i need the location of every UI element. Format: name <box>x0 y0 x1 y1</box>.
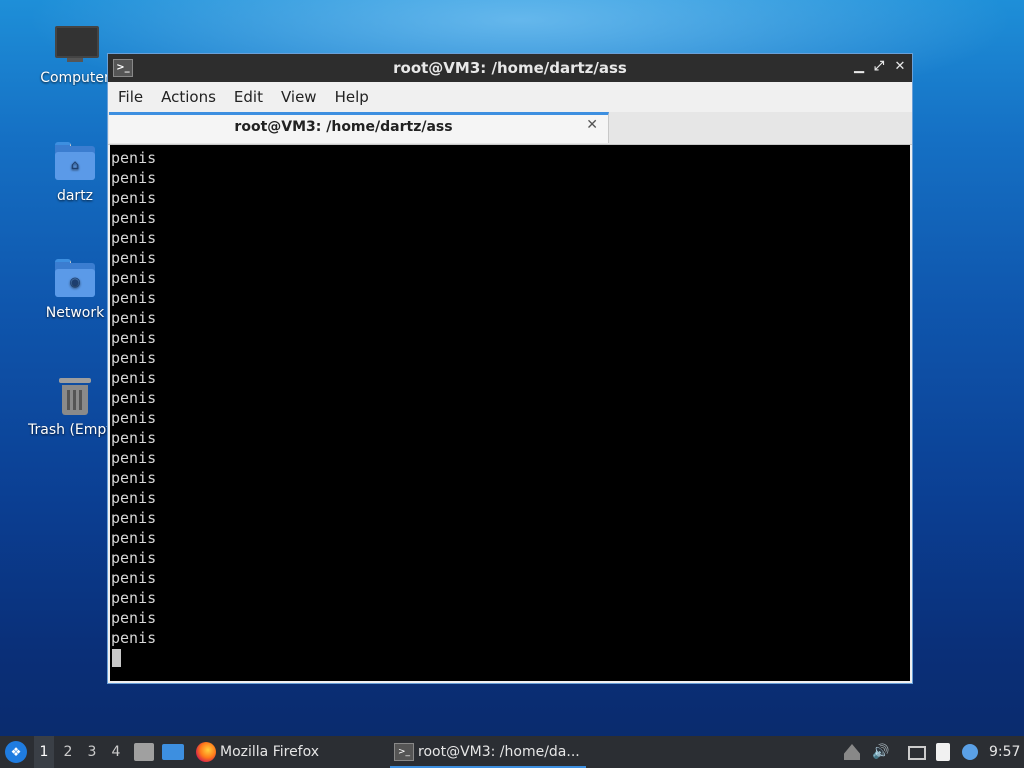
minimize-button[interactable]: ▁ <box>850 58 868 76</box>
terminal-line: penis <box>111 609 157 627</box>
tab-terminal[interactable]: root@VM3: /home/dartz/ass ✕ <box>109 112 609 143</box>
menu-file[interactable]: File <box>108 82 151 106</box>
workspace-1-button[interactable]: 1 <box>34 736 54 768</box>
terminal-line: penis <box>111 569 157 587</box>
tab-title: root@VM3: /home/dartz/ass <box>234 119 453 135</box>
terminal-line: penis <box>111 409 157 427</box>
clipboard-icon[interactable] <box>936 743 950 761</box>
terminal-line: penis <box>111 169 157 187</box>
terminal-line: penis <box>111 349 157 367</box>
network-tray-icon[interactable] <box>908 746 926 760</box>
menu-view[interactable]: View <box>271 82 325 106</box>
menu-bar: File Actions Edit View Help <box>108 82 912 112</box>
window-titlebar[interactable]: >_ root@VM3: /home/dartz/ass ▁ ⤢ ✕ <box>108 54 912 82</box>
terminal-line: penis <box>111 289 157 307</box>
terminal-window[interactable]: >_ root@VM3: /home/dartz/ass ▁ ⤢ ✕ File A… <box>107 53 913 684</box>
tray-update-icon[interactable] <box>844 744 860 760</box>
terminal-line: penis <box>111 469 157 487</box>
terminal-line: penis <box>111 249 157 267</box>
terminal-line: penis <box>111 589 157 607</box>
workspace-3-button[interactable]: 3 <box>82 736 102 768</box>
close-button[interactable]: ✕ <box>891 58 909 76</box>
workspace-4-button[interactable]: 4 <box>106 736 126 768</box>
terminal-prompt-line <box>110 648 910 668</box>
maximize-button[interactable]: ⤢ <box>870 58 888 76</box>
menu-edit[interactable]: Edit <box>224 82 271 106</box>
terminal-line: penis <box>111 269 157 287</box>
tab-close-icon[interactable]: ✕ <box>586 117 598 133</box>
terminal-line: penis <box>111 429 157 447</box>
notification-icon[interactable] <box>962 744 978 760</box>
taskbar-terminal-button[interactable]: >_ root@VM3: /home/da... <box>390 736 586 768</box>
terminal-line: penis <box>111 629 157 647</box>
menu-actions[interactable]: Actions <box>151 82 224 106</box>
firefox-icon <box>196 742 216 762</box>
terminal-line: penis <box>111 449 157 467</box>
terminal-line: penis <box>111 189 157 207</box>
terminal-line: penis <box>111 549 157 567</box>
terminal-output[interactable]: penis penis penis penis penis penis penis penis… <box>110 145 910 681</box>
terminal-icon: >_ <box>394 743 414 761</box>
tab-bar: root@VM3: /home/dartz/ass ✕ <box>108 112 912 145</box>
terminal-line: penis <box>111 149 157 167</box>
terminal-line: penis <box>111 529 157 547</box>
clock[interactable]: 9:57 <box>989 736 1020 768</box>
trash-icon <box>53 374 97 418</box>
volume-icon[interactable]: 🔊 <box>872 744 889 760</box>
terminal-line: penis <box>111 309 157 327</box>
terminal-line: penis <box>111 509 157 527</box>
terminal-line: penis <box>111 229 157 247</box>
taskbar-firefox-button[interactable]: Mozilla Firefox <box>192 736 319 768</box>
network-folder-icon: ◉ <box>53 257 97 301</box>
terminal-line: penis <box>111 209 157 227</box>
taskbar: ❖ 1 2 3 4 Mozilla Firefox >_ root@VM3: /h… <box>0 736 1024 768</box>
workspace-2-button[interactable]: 2 <box>58 736 78 768</box>
menu-help[interactable]: Help <box>325 82 377 106</box>
terminal-line: penis <box>111 489 157 507</box>
terminal-cursor <box>112 649 121 667</box>
start-menu-icon[interactable]: ❖ <box>5 741 27 763</box>
home-folder-icon: ⌂ <box>53 140 97 184</box>
computer-icon <box>53 22 99 66</box>
file-manager-launcher-icon[interactable] <box>134 743 154 761</box>
terminal-line: penis <box>111 369 157 387</box>
taskbar-terminal-label: root@VM3: /home/da... <box>418 744 580 760</box>
taskbar-firefox-label: Mozilla Firefox <box>220 744 320 760</box>
terminal-line: penis <box>111 389 157 407</box>
window-title: root@VM3: /home/dartz/ass <box>393 59 627 77</box>
show-desktop-icon[interactable] <box>162 744 184 760</box>
terminal-line: penis <box>111 329 157 347</box>
